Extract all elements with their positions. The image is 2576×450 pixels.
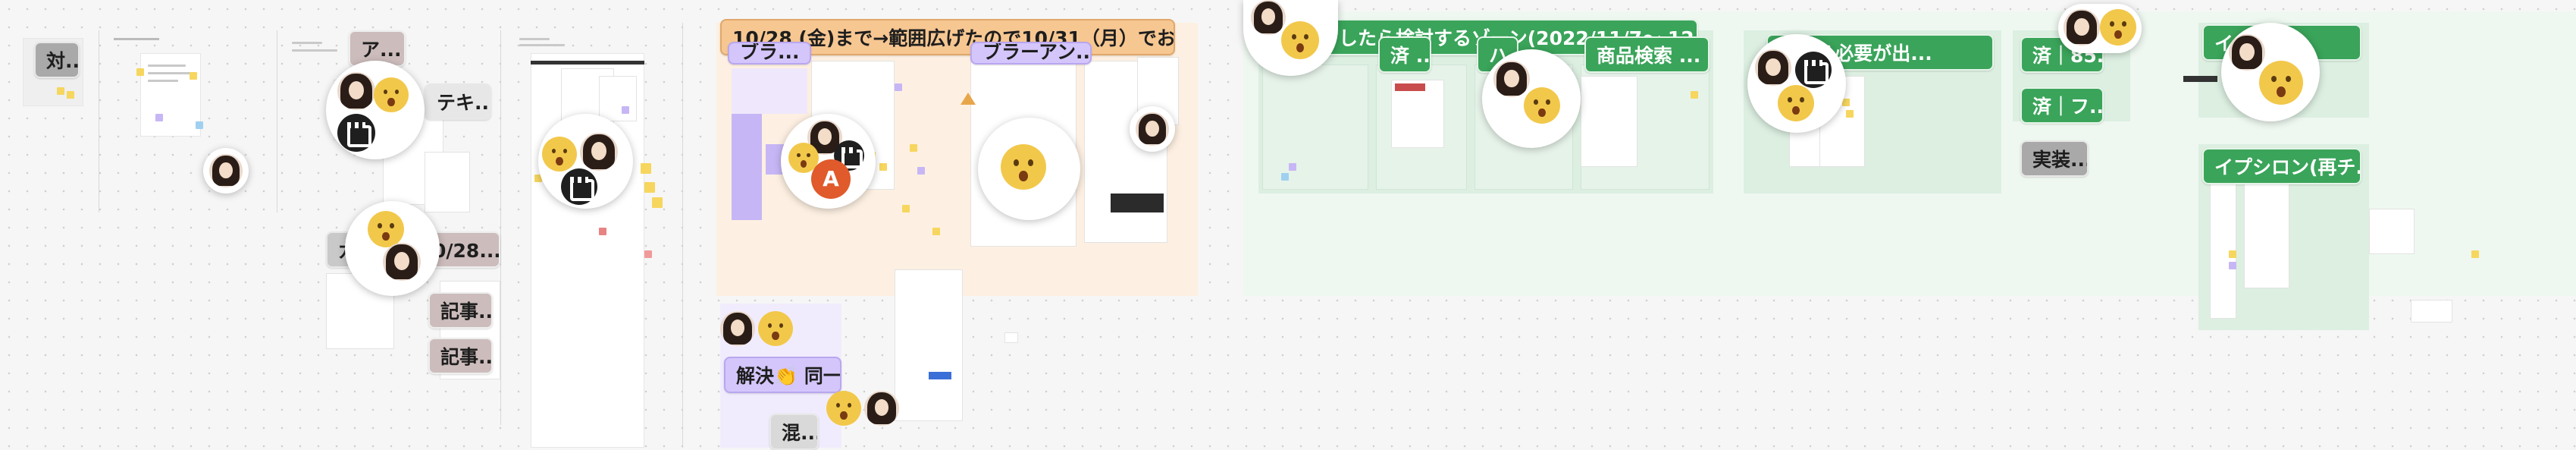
sticky-note[interactable] <box>1281 173 1289 181</box>
shocked-face-icon[interactable] <box>1778 85 1814 121</box>
user-avatar-icon[interactable] <box>383 243 421 281</box>
frame-tag[interactable]: 対... <box>34 42 80 78</box>
sticky-note[interactable] <box>644 250 652 258</box>
sticky-note[interactable] <box>136 68 144 76</box>
purple-block[interactable] <box>732 114 762 220</box>
frame-content-line <box>148 80 178 82</box>
user-avatar-icon[interactable] <box>2229 34 2265 71</box>
frame-tag[interactable]: 商品検索 ... <box>1584 36 1709 73</box>
shocked-face-icon[interactable] <box>2259 61 2303 105</box>
frame-tag[interactable]: ブラーアン... <box>970 42 1092 65</box>
sticky-note[interactable] <box>641 163 651 174</box>
user-avatar-icon[interactable] <box>1136 112 1169 146</box>
dark-block <box>1111 194 1164 212</box>
divider-line <box>682 23 683 448</box>
frame-tag[interactable]: 済 ... <box>1378 36 1431 73</box>
shocked-face-icon[interactable] <box>1524 87 1560 124</box>
board-card[interactable] <box>895 269 963 421</box>
document-header-bar <box>531 61 644 65</box>
sticky-note[interactable] <box>910 144 917 152</box>
divider-line <box>500 30 501 425</box>
board-card[interactable] <box>1262 65 1368 190</box>
user-avatar-icon[interactable] <box>337 72 375 110</box>
frame-tag[interactable]: 記事... <box>428 338 493 374</box>
whiteboard-canvas[interactable]: 対... ア... テキ... ガ... 0/28... 記事... 記事...… <box>0 0 2576 450</box>
frame-content-line <box>148 65 186 67</box>
board-card[interactable] <box>599 76 637 121</box>
sticky-note[interactable] <box>652 197 663 208</box>
frame-content-line <box>148 72 193 74</box>
board-card[interactable] <box>2411 300 2452 323</box>
frame-tag[interactable]: 済｜フ... <box>2020 87 2104 124</box>
shocked-face-icon[interactable] <box>1281 21 1319 59</box>
sticky-note[interactable] <box>67 91 74 99</box>
user-avatar-icon[interactable] <box>1251 0 1286 35</box>
clapper-board-icon[interactable] <box>1795 52 1832 88</box>
orange-shape[interactable] <box>961 93 976 105</box>
sticky-note[interactable] <box>2229 250 2236 258</box>
purple-block[interactable] <box>732 68 807 114</box>
shocked-face-icon[interactable] <box>374 77 409 112</box>
red-block <box>1395 83 1425 91</box>
sticky-note[interactable] <box>917 167 925 175</box>
frame-tag[interactable]: 記事... <box>428 292 493 329</box>
user-avatar-icon[interactable] <box>864 391 899 426</box>
frame-tag[interactable]: イプシロン(再チ... <box>2202 148 2361 184</box>
frame-content-line <box>519 44 565 46</box>
sticky-note[interactable] <box>1842 99 1850 106</box>
shocked-face-icon[interactable] <box>368 211 404 247</box>
shocked-face-icon[interactable] <box>1001 144 1046 190</box>
sticky-note[interactable] <box>932 228 940 235</box>
sticky-note[interactable] <box>895 83 902 91</box>
clapper-board-icon[interactable] <box>561 168 597 205</box>
frame-tag[interactable]: 実装... <box>2020 140 2089 177</box>
letter-a-avatar-icon[interactable]: A <box>811 159 851 199</box>
user-avatar-icon[interactable] <box>1755 49 1791 86</box>
frame-label <box>114 38 159 40</box>
frame-tag[interactable]: テキ... <box>425 83 491 120</box>
sticky-note[interactable] <box>2471 250 2479 258</box>
sticky-note[interactable] <box>902 205 910 212</box>
shocked-face-icon[interactable] <box>826 391 861 426</box>
sticky-note[interactable] <box>155 114 163 121</box>
board-card[interactable] <box>1004 332 1018 343</box>
sticky-note[interactable] <box>190 72 197 80</box>
clapper-board-icon[interactable] <box>337 114 375 152</box>
sticky-note[interactable] <box>879 163 887 171</box>
frame-tag[interactable]: 混... <box>769 414 819 450</box>
sticky-note[interactable] <box>622 106 629 114</box>
sticky-note[interactable] <box>1289 163 1296 171</box>
frame-tag[interactable]: 解決👏 同一... <box>724 357 841 393</box>
board-card[interactable] <box>2369 209 2415 254</box>
user-avatar-icon[interactable] <box>1493 61 1530 97</box>
sticky-note[interactable] <box>57 87 64 95</box>
frame-content-line <box>519 38 550 40</box>
user-avatar-icon[interactable] <box>580 133 618 171</box>
sticky-note[interactable] <box>599 228 606 235</box>
sticky-note[interactable] <box>196 121 203 129</box>
shocked-face-icon[interactable] <box>542 137 577 172</box>
dark-block <box>2183 76 2217 82</box>
user-avatar-icon[interactable] <box>720 311 755 346</box>
frame-content-line <box>292 42 322 44</box>
shocked-face-icon[interactable] <box>758 311 793 346</box>
shocked-face-icon[interactable] <box>2100 9 2136 46</box>
sticky-note[interactable] <box>1846 110 1854 118</box>
sticky-note[interactable] <box>2229 262 2236 269</box>
board-card[interactable] <box>1581 76 1637 167</box>
frame-content-line <box>292 49 337 52</box>
user-avatar-icon[interactable] <box>209 154 243 187</box>
board-card[interactable] <box>425 152 470 212</box>
user-avatar-icon[interactable] <box>2064 9 2100 46</box>
frame-tag[interactable]: ブラ... <box>728 42 811 65</box>
sticky-note[interactable] <box>644 182 655 193</box>
board-card[interactable] <box>2244 182 2289 288</box>
blue-button-block[interactable] <box>929 372 951 379</box>
sticky-note[interactable] <box>1691 91 1698 99</box>
